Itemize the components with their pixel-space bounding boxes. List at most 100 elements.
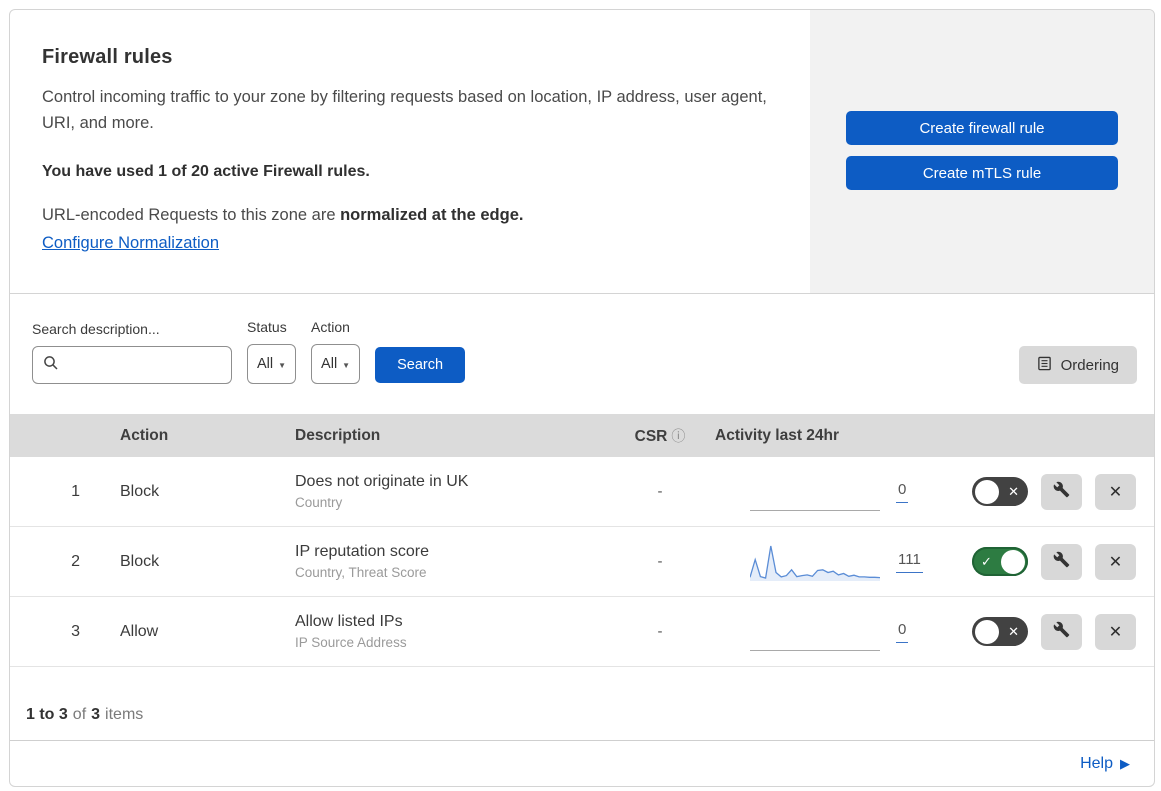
rule-activity: 0 <box>715 472 935 512</box>
help-label: Help <box>1080 755 1113 772</box>
of-word: of <box>72 706 87 723</box>
rule-action: Block <box>120 552 160 570</box>
status-value: All <box>257 356 274 372</box>
close-icon: ✕ <box>1108 623 1123 641</box>
wrench-icon <box>1053 551 1070 573</box>
table-row: 3 Allow Allow listed IPs IP Source Addre… <box>10 597 1154 667</box>
search-input[interactable] <box>66 357 247 373</box>
rule-title: Does not originate in UK <box>295 473 469 490</box>
pagination-summary: 1 to 3 of 3 items <box>10 667 1154 741</box>
column-action: Action <box>120 426 169 444</box>
rule-number: 1 <box>71 482 80 500</box>
toggle-knob <box>975 479 999 504</box>
delete-rule-button[interactable]: ✕ <box>1095 613 1136 650</box>
enable-toggle[interactable]: ✓ ✕ <box>972 477 1028 506</box>
create-firewall-rule-button[interactable]: Create firewall rule <box>846 111 1118 145</box>
rule-action: Allow <box>120 622 159 640</box>
activity-count-link[interactable]: 0 <box>896 481 909 503</box>
ordering-label: Ordering <box>1060 356 1119 374</box>
action-dropdown[interactable]: All ▼ <box>311 344 361 384</box>
filter-bar: Search description... Status All ▼ Actio… <box>10 294 1154 414</box>
item-total: 3 <box>91 706 101 723</box>
edit-rule-button[interactable] <box>1041 543 1082 580</box>
rule-csr: - <box>657 623 663 640</box>
arrow-right-icon: ▶ <box>1120 756 1130 771</box>
column-csr: CSR ⓘ <box>605 426 715 446</box>
rule-activity: 111 <box>715 542 935 582</box>
items-word: items <box>105 706 144 723</box>
item-range: 1 to 3 <box>26 706 68 723</box>
wrench-icon <box>1053 481 1070 503</box>
normalization-bold: normalized at the edge. <box>340 206 524 224</box>
activity-sparkline <box>750 612 880 652</box>
search-input-box[interactable] <box>32 346 247 384</box>
actions-panel: Create firewall rule Create mTLS rule <box>810 10 1154 293</box>
rule-csr: - <box>657 553 663 570</box>
table-header: Action Description CSR ⓘ Activity last 24… <box>10 414 1154 457</box>
create-mtls-rule-button[interactable]: Create mTLS rule <box>846 156 1118 190</box>
header-section: Firewall rules Control incoming traffic … <box>10 10 1154 294</box>
usage-summary: You have used 1 of 20 active Firewall ru… <box>42 163 370 180</box>
status-label: Status <box>247 319 287 335</box>
normalization-prefix: URL-encoded Requests to this zone are <box>42 206 341 224</box>
page-description: Control incoming traffic to your zone by… <box>42 88 767 132</box>
rule-fields: Country <box>295 495 343 510</box>
chevron-down-icon: ▼ <box>278 360 287 370</box>
info-icon[interactable]: ⓘ <box>671 428 685 444</box>
check-icon: ✓ <box>981 553 992 569</box>
rule-number: 3 <box>71 622 80 640</box>
help-link[interactable]: Help ▶ <box>1080 755 1130 773</box>
rule-title: IP reputation score <box>295 543 430 560</box>
activity-count-link[interactable]: 0 <box>896 621 909 643</box>
table-row: 1 Block Does not originate in UK Country… <box>10 457 1154 527</box>
rule-controls: ✓ ✕ ✕ <box>935 543 1154 580</box>
search-icon <box>43 355 59 376</box>
csr-label: CSR <box>634 427 668 445</box>
edit-rule-button[interactable] <box>1041 613 1082 650</box>
action-value: All <box>321 356 338 372</box>
normalization-note: URL-encoded Requests to this zone are no… <box>42 206 770 225</box>
activity-sparkline <box>750 472 880 512</box>
status-field-group: Status All ▼ <box>247 319 297 384</box>
rule-fields: IP Source Address <box>295 635 407 650</box>
x-icon: ✕ <box>1008 483 1019 499</box>
delete-rule-button[interactable]: ✕ <box>1095 543 1136 580</box>
delete-rule-button[interactable]: ✕ <box>1095 473 1136 510</box>
close-icon: ✕ <box>1108 553 1123 571</box>
rule-controls: ✓ ✕ ✕ <box>935 613 1154 650</box>
toggle-knob <box>1001 549 1025 574</box>
toggle-knob <box>975 619 999 644</box>
rule-controls: ✓ ✕ ✕ <box>935 473 1154 510</box>
rule-action: Block <box>120 482 160 500</box>
configure-normalization-link[interactable]: Configure Normalization <box>42 234 219 253</box>
column-description: Description <box>295 426 381 444</box>
page-title: Firewall rules <box>42 46 173 68</box>
action-label: Action <box>311 319 350 335</box>
rule-csr: - <box>657 483 663 500</box>
enable-toggle[interactable]: ✓ ✕ <box>972 617 1028 646</box>
wrench-icon <box>1053 621 1070 643</box>
status-dropdown[interactable]: All ▼ <box>247 344 297 384</box>
x-icon: ✕ <box>1008 623 1019 639</box>
header-text-block: Firewall rules Control incoming traffic … <box>10 10 810 293</box>
help-bar: Help ▶ <box>10 741 1154 786</box>
edit-rule-button[interactable] <box>1041 473 1082 510</box>
rule-description: Allow listed IPs IP Source Address <box>295 613 605 650</box>
filter-controls: Search description... Status All ▼ Actio… <box>32 319 466 384</box>
chevron-down-icon: ▼ <box>342 360 351 370</box>
search-field-group: Search description... <box>32 321 247 384</box>
rule-description: Does not originate in UK Country <box>295 473 605 510</box>
rule-description: IP reputation score Country, Threat Scor… <box>295 543 605 580</box>
action-field-group: Action All ▼ <box>311 319 361 384</box>
column-activity: Activity last 24hr <box>715 426 840 444</box>
rule-fields: Country, Threat Score <box>295 565 427 580</box>
ordering-button[interactable]: Ordering <box>1018 346 1137 384</box>
activity-count-link[interactable]: 111 <box>896 551 923 573</box>
search-button[interactable]: Search <box>375 347 466 383</box>
list-document-icon <box>1037 356 1052 375</box>
enable-toggle[interactable]: ✓ ✕ <box>972 547 1028 576</box>
search-label: Search description... <box>32 321 160 337</box>
rule-title: Allow listed IPs <box>295 613 403 630</box>
rule-activity: 0 <box>715 612 935 652</box>
close-icon: ✕ <box>1108 483 1123 501</box>
